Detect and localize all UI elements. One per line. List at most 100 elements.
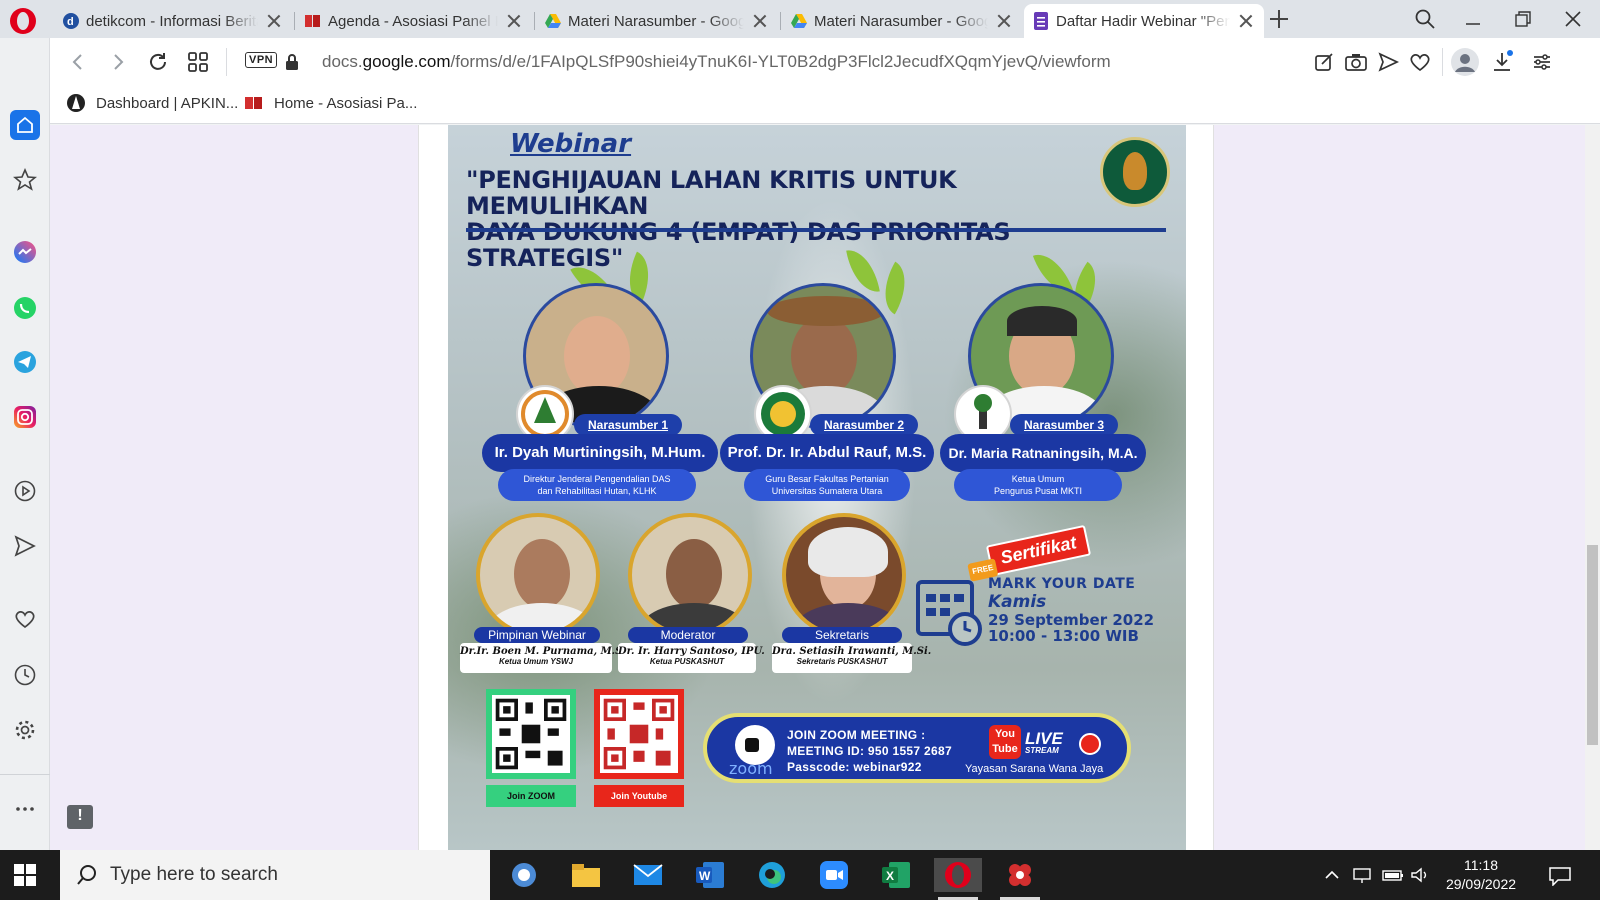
tab-strip: d detikcom - Informasi Berita Agenda - A… bbox=[0, 0, 1600, 38]
close-tab-icon[interactable] bbox=[266, 13, 282, 29]
opera-menu-icon[interactable] bbox=[10, 8, 36, 34]
messenger-icon[interactable] bbox=[10, 237, 40, 267]
close-tab-icon[interactable] bbox=[506, 13, 522, 29]
send-flow-icon[interactable] bbox=[10, 531, 40, 561]
bookmark-label: Home - Asosiasi Pa... bbox=[274, 94, 418, 112]
search-icon bbox=[77, 865, 96, 885]
scrollbar[interactable] bbox=[1585, 125, 1600, 850]
poster-divider bbox=[466, 228, 1166, 232]
outlook-icon[interactable] bbox=[500, 858, 548, 892]
tab-agenda[interactable]: Agenda - Asosiasi Panel Ka bbox=[296, 4, 532, 38]
organizer-name: Yayasan Sarana Wana Jaya bbox=[965, 763, 1104, 775]
speaker-3-role: Ketua Umum Pengurus Pusat MKTI bbox=[954, 469, 1122, 501]
svg-text:W: W bbox=[699, 869, 711, 883]
tab-title: detikcom - Informasi Berita bbox=[86, 12, 258, 30]
scrollbar-thumb[interactable] bbox=[1587, 545, 1598, 745]
search-placeholder: Type here to search bbox=[110, 864, 278, 885]
search-tabs-icon[interactable] bbox=[1414, 8, 1438, 30]
speaker-1-role: Direktur Jenderal Pengendalian DAS dan Re… bbox=[498, 469, 696, 501]
secretary-photo bbox=[782, 513, 906, 637]
settings-icon[interactable] bbox=[10, 715, 40, 745]
edge-icon[interactable] bbox=[748, 858, 796, 892]
speaker-3-tag: Narasumber 3 bbox=[1010, 414, 1119, 436]
apkindo-icon bbox=[244, 93, 264, 113]
poster-webinar-label: Webinar bbox=[510, 129, 632, 159]
windows-start-icon[interactable] bbox=[14, 864, 36, 886]
system-clock[interactable]: 11:18 29/09/2022 bbox=[1426, 856, 1536, 894]
vpn-badge[interactable]: VPN bbox=[245, 52, 278, 68]
join-youtube-label[interactable]: Join Youtube bbox=[594, 785, 684, 807]
heart-icon[interactable] bbox=[10, 604, 40, 634]
instagram-icon[interactable] bbox=[10, 402, 40, 432]
zoom-icon[interactable] bbox=[810, 858, 858, 892]
join-zoom-label[interactable]: Join ZOOM bbox=[486, 785, 576, 807]
camera-icon[interactable] bbox=[1344, 50, 1368, 74]
tab-title: Materi Narasumber - Goog bbox=[814, 12, 988, 30]
speaker-2-role: Guru Besar Fakultas Pertanian Universitas… bbox=[744, 469, 910, 501]
play-icon bbox=[1079, 733, 1101, 755]
lock-icon[interactable] bbox=[286, 54, 298, 70]
tab-daftar-hadir[interactable]: Daftar Hadir Webinar "Peng bbox=[1024, 4, 1264, 38]
moderator-caption: Dr. Ir. Harry Santoso, IPU. Ketua PUSKASH… bbox=[618, 643, 765, 673]
whatsapp-icon[interactable] bbox=[10, 293, 40, 323]
windows-taskbar: Type here to search W X 11:18 29/09/2022 bbox=[0, 850, 1600, 900]
word-icon[interactable]: W bbox=[686, 858, 734, 892]
reload-icon[interactable] bbox=[146, 50, 170, 74]
restore-icon[interactable] bbox=[1512, 8, 1536, 30]
report-feedback-icon[interactable]: ! bbox=[67, 805, 93, 829]
file-explorer-icon[interactable] bbox=[562, 858, 610, 892]
player-icon[interactable] bbox=[10, 476, 40, 506]
tabs-grid-icon[interactable] bbox=[186, 50, 210, 74]
chair-caption: Dr.Ir. Boen M. Purnama, M.Sc. Ketua Umum … bbox=[460, 643, 632, 673]
chevron-up-icon[interactable] bbox=[1322, 866, 1342, 884]
tab-title: Materi Narasumber - Goog bbox=[568, 12, 744, 30]
google-forms-icon bbox=[1032, 12, 1050, 30]
google-drive-icon bbox=[544, 12, 562, 30]
tab-materi-1[interactable]: Materi Narasumber - Goog bbox=[536, 4, 778, 38]
zoom-qr-code[interactable] bbox=[486, 689, 576, 779]
speaker-2-tag: Narasumber 2 bbox=[810, 414, 919, 436]
new-tab-icon[interactable] bbox=[1268, 8, 1290, 30]
opera-icon[interactable] bbox=[934, 858, 982, 900]
taskbar-search[interactable]: Type here to search bbox=[60, 850, 490, 900]
youtube-qr-code[interactable] bbox=[594, 689, 684, 779]
minimize-icon[interactable] bbox=[1462, 8, 1486, 30]
mail-icon[interactable] bbox=[624, 858, 672, 892]
svg-text:d: d bbox=[67, 16, 74, 28]
apkin-icon bbox=[66, 93, 86, 113]
network-icon[interactable] bbox=[1352, 866, 1372, 884]
forward-icon[interactable] bbox=[106, 50, 130, 74]
easy-setup-icon[interactable] bbox=[1530, 50, 1554, 74]
download-icon[interactable] bbox=[1490, 50, 1514, 74]
send-icon[interactable] bbox=[1376, 50, 1400, 74]
excel-icon[interactable]: X bbox=[872, 858, 920, 892]
back-icon[interactable] bbox=[66, 50, 90, 74]
more-icon[interactable] bbox=[10, 794, 40, 824]
certificate-badge: FREE Sertifikat bbox=[967, 524, 1092, 582]
heart-icon[interactable] bbox=[1408, 50, 1432, 74]
close-tab-icon[interactable] bbox=[752, 13, 768, 29]
tab-materi-2[interactable]: Materi Narasumber - Goog bbox=[782, 4, 1022, 38]
bookmark-home-asosiasi[interactable]: Home - Asosiasi Pa... bbox=[244, 93, 417, 113]
tab-detikcom[interactable]: d detikcom - Informasi Berita bbox=[54, 4, 292, 38]
notifications-icon[interactable] bbox=[1548, 866, 1572, 887]
telegram-icon[interactable] bbox=[10, 347, 40, 377]
close-window-icon[interactable] bbox=[1562, 8, 1586, 30]
battery-icon[interactable] bbox=[1382, 866, 1403, 884]
snapshot-edit-icon[interactable] bbox=[1312, 50, 1336, 74]
webinar-poster: Webinar "PENGHIJAUAN LAHAN KRITIS UNTUK … bbox=[448, 125, 1186, 850]
close-tab-icon[interactable] bbox=[996, 13, 1012, 29]
avatar-icon[interactable] bbox=[1450, 47, 1480, 77]
url-input[interactable]: docs.google.com/forms/d/e/1FAIpQLSfP90sh… bbox=[322, 52, 1111, 72]
secretary-role: Sekretaris bbox=[782, 627, 902, 643]
detik-icon: d bbox=[62, 12, 80, 30]
home-icon[interactable] bbox=[10, 110, 40, 140]
flower-app-icon[interactable] bbox=[996, 858, 1044, 900]
apkindo-icon bbox=[304, 12, 322, 30]
close-tab-icon[interactable] bbox=[1238, 13, 1254, 29]
bookmark-dashboard[interactable]: Dashboard | APKIN... bbox=[66, 93, 238, 113]
history-icon[interactable] bbox=[10, 660, 40, 690]
bookmark-star-icon[interactable] bbox=[10, 165, 40, 195]
address-bar: VPN docs.google.com/forms/d/e/1FAIpQLSfP… bbox=[50, 38, 1600, 86]
speaker-1-name: Ir. Dyah Murtiningsih, M.Hum. bbox=[482, 434, 718, 472]
